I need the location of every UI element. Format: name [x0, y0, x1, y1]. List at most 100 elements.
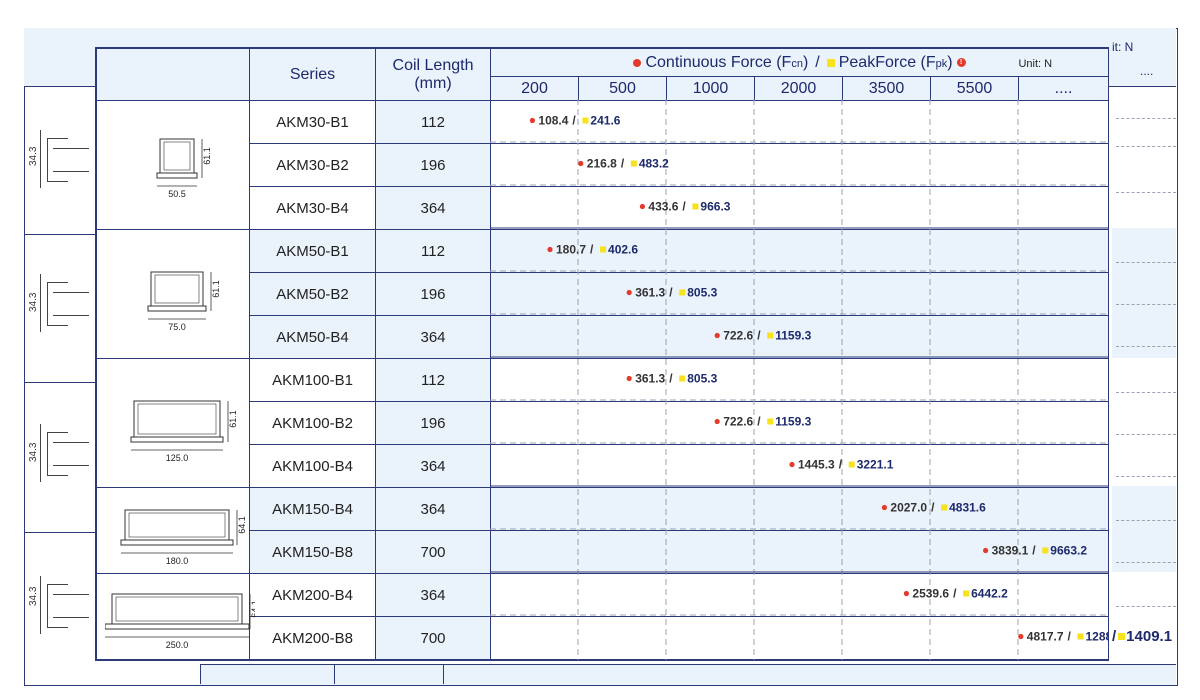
series-cell: AKM100-B1	[249, 358, 376, 402]
yellow-square-icon	[600, 246, 607, 253]
coil-length-cell: 196	[375, 401, 491, 445]
width-dimension-label: 125.0	[166, 453, 189, 463]
coil-body-inner	[115, 596, 239, 622]
force-separator: /	[682, 200, 686, 214]
axis-tick: 5500	[930, 76, 1019, 101]
background-gridline	[1116, 304, 1176, 305]
motor-cross-section-drawing: 50.5 61.1	[96, 100, 250, 230]
background-gridline	[1116, 434, 1176, 435]
background-gridline	[1116, 476, 1176, 477]
coil-length-cell: 364	[375, 573, 491, 617]
series-cell: AKM150-B4	[249, 487, 376, 531]
force-separator: /	[590, 243, 594, 257]
continuous-force-value: 361.3	[635, 372, 665, 386]
background-dimension-label: 34.3	[28, 292, 39, 312]
width-dimension-label: 250.0	[166, 640, 189, 650]
background-divider	[24, 532, 96, 533]
coil-length-cell: 364	[375, 487, 491, 531]
background-profile-drawing	[40, 130, 89, 188]
height-dimension-label: 61.1	[228, 410, 238, 428]
width-dimension-label: 180.0	[166, 556, 189, 566]
peak-force-value: 805.3	[687, 286, 717, 300]
series-cell: AKM100-B2	[249, 401, 376, 445]
coil-body-outline	[159, 138, 195, 174]
coil-length-cell: 196	[375, 272, 491, 316]
width-dimension-label: 50.5	[168, 189, 186, 199]
coil-body-outline	[150, 271, 204, 307]
coil-body-outline	[124, 509, 230, 541]
peak-force-value: 3221.1	[857, 458, 894, 472]
background-shaded-band	[1112, 228, 1176, 358]
peak-force-value: 402.6	[608, 243, 638, 257]
red-dot-icon	[983, 547, 989, 554]
continuous-force-value: 722.6	[723, 415, 753, 429]
force-marker: 361.3 / 805.3	[626, 286, 718, 300]
force-marker: 180.7 / 402.6	[547, 243, 638, 257]
background-gridline	[1116, 606, 1176, 607]
force-separator: /	[1068, 630, 1072, 644]
series-cell: AKM30-B1	[249, 100, 376, 144]
mounting-base	[120, 539, 234, 546]
background-peak-value: /1409.1	[1112, 628, 1173, 645]
force-marker: 3839.1/ 9663.2	[983, 544, 1087, 558]
series-cell: AKM30-B2	[249, 143, 376, 187]
peak-force-value: 805.3	[687, 372, 717, 386]
coil-length-cell: 112	[375, 229, 491, 273]
red-dot-icon	[626, 289, 632, 296]
force-separator: /	[621, 157, 625, 171]
background-divider	[334, 664, 335, 684]
height-dimension-label: 61.1	[211, 280, 221, 298]
background-dimension-label: 34.3	[28, 442, 39, 462]
yellow-square-icon	[582, 117, 589, 124]
red-dot-icon	[789, 461, 795, 468]
force-separator: /	[757, 415, 761, 429]
red-dot-icon	[1018, 633, 1024, 640]
peak-force-value: 483.2	[639, 157, 669, 171]
yellow-square-icon	[679, 375, 686, 382]
force-plot-area: 108.4/241.6216.8/483.2433.6/966.3180.7/4…	[490, 99, 1108, 660]
force-marker: 4817.7 / 12884.3	[1018, 630, 1108, 644]
force-separator: /	[931, 501, 935, 515]
red-dot-icon	[633, 58, 642, 67]
axis-tick: 2000	[754, 76, 843, 101]
yellow-square-icon	[826, 58, 835, 67]
peak-force-value: 4831.6	[949, 501, 986, 515]
height-dimension-label: 64.1	[250, 600, 255, 618]
force-separator: /	[953, 587, 957, 601]
motor-cross-section-drawing: 250.0 64.1	[96, 573, 255, 660]
force-separator: /	[1032, 544, 1036, 558]
background-gridline	[1116, 346, 1176, 347]
background-divider	[443, 664, 444, 684]
background-dimension-label: 34.3	[28, 146, 39, 166]
motor-cross-section-drawing: 180.0 64.1	[96, 487, 250, 574]
series-cell: AKM50-B4	[249, 315, 376, 359]
legend-continuous-force: Continuous Force (Fcn)	[645, 53, 809, 71]
peak-force-value: 6442.2	[971, 587, 1008, 601]
continuous-force-value: 1445.3	[798, 458, 835, 472]
continuous-force-value: 361.3	[635, 286, 665, 300]
series-cell: AKM100-B4	[249, 444, 376, 488]
axis-tick: 200	[490, 76, 579, 101]
red-dot-icon	[714, 418, 720, 425]
force-separator: /	[757, 329, 761, 343]
background-gridline	[1116, 118, 1176, 119]
legend-peak-force: PeakForce (Fpk)	[838, 53, 953, 71]
coil-length-cell: 112	[375, 100, 491, 144]
red-dot-icon	[547, 246, 553, 253]
header-image-column	[96, 48, 250, 101]
red-dot-icon	[714, 332, 720, 339]
peak-force-value: 1159.3	[775, 415, 811, 429]
header-coil-length-line1: Coil Length	[392, 56, 474, 74]
header-coil-length: Coil Length (mm)	[375, 48, 491, 101]
peak-force-value: 241.6	[590, 114, 620, 128]
yellow-square-icon	[679, 289, 686, 296]
force-marker: 722.6 / 1159.3	[714, 415, 812, 429]
coil-length-cell: 112	[375, 358, 491, 402]
force-separator: /	[669, 286, 673, 300]
yellow-square-icon	[692, 203, 699, 210]
coil-body-outline	[111, 593, 243, 625]
force-marker: 361.3 / 805.3	[626, 372, 718, 386]
background-footer-band	[200, 664, 1176, 685]
coil-length-cell: 364	[375, 444, 491, 488]
mounting-base	[130, 436, 224, 443]
